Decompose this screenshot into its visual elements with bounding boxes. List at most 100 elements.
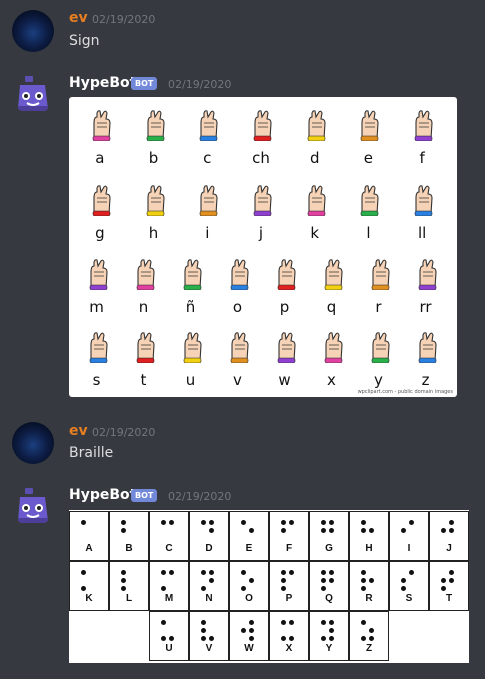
braille-dot-pattern <box>401 570 417 594</box>
asl-grid: a b c ch d e f g h i j k l ll m n ñ o p q r rr s t u v w x y z <box>69 97 457 397</box>
braille-letter-label: F <box>285 543 293 554</box>
asl-sign-z: z <box>406 327 446 397</box>
asl-letter-label: i <box>205 224 210 242</box>
braille-dot-pattern <box>241 520 257 544</box>
braille-dot <box>241 628 246 633</box>
hand-sign-icon <box>199 185 218 216</box>
timestamp: 02/19/2020 <box>92 426 156 439</box>
asl-letter-label: z <box>421 371 430 389</box>
braille-dot <box>209 528 214 533</box>
braille-dot-pattern <box>321 570 337 594</box>
asl-sign-r: r <box>359 254 399 324</box>
braille-dot <box>441 586 446 591</box>
braille-cell-p: P <box>269 561 309 611</box>
braille-dot <box>121 578 126 583</box>
user-avatar[interactable] <box>12 10 54 52</box>
asl-sign-k: k <box>295 180 335 250</box>
author-name[interactable]: ev <box>69 423 88 439</box>
hand-sign-icon <box>371 332 390 363</box>
braille-letter-label: R <box>365 593 373 604</box>
braille-dot <box>441 528 446 533</box>
braille-letter-label: J <box>446 543 452 554</box>
braille-letter-label: E <box>245 543 253 554</box>
asl-letter-label: r <box>375 298 382 316</box>
author-name[interactable]: HypeBot <box>69 75 136 91</box>
asl-sign-c: c <box>187 105 227 175</box>
hand-sign-icon <box>324 259 343 290</box>
hand-sign-icon <box>277 332 296 363</box>
message-text: Sign <box>69 33 100 49</box>
braille-cell-d: D <box>189 511 229 561</box>
braille-dot <box>401 578 406 583</box>
asl-letter-label: j <box>258 224 264 242</box>
asl-sign-b: b <box>134 105 174 175</box>
braille-chart-image[interactable]: A B C D E F G H I J K L M N O P Q R S T U V W X Y Z <box>69 510 469 663</box>
user-avatar[interactable] <box>12 422 54 464</box>
hand-sign-icon <box>414 110 433 141</box>
braille-letter-label: I <box>407 543 411 554</box>
bot-badge: BOT <box>131 77 158 90</box>
hand-sign-icon <box>307 110 326 141</box>
braille-dot <box>201 620 206 625</box>
braille-dot <box>121 528 126 533</box>
asl-sign-s: s <box>77 327 117 397</box>
bot-badge: BOT <box>131 489 158 502</box>
hand-sign-icon <box>418 259 437 290</box>
asl-sign-e: e <box>348 105 388 175</box>
braille-cell-h: H <box>349 511 389 561</box>
braille-dot-pattern <box>361 520 377 544</box>
braille-dot <box>409 520 414 525</box>
braille-letter-label: S <box>405 593 413 604</box>
hand-sign-icon <box>418 332 437 363</box>
braille-dot <box>401 528 406 533</box>
braille-dot <box>321 636 326 641</box>
hand-sign-icon <box>199 110 218 141</box>
asl-letter-label: b <box>148 149 159 167</box>
braille-dot <box>81 520 86 525</box>
braille-cell-m: M <box>149 561 189 611</box>
braille-dot <box>249 528 254 533</box>
braille-dot <box>449 520 454 525</box>
asl-chart-image[interactable]: a b c ch d e f g h i j k l ll m n ñ o p q r rr s t u v w x y z wpclip… <box>69 97 457 397</box>
braille-dot <box>81 586 86 591</box>
hand-sign-icon <box>92 110 111 141</box>
author-name[interactable]: HypeBot <box>69 487 136 503</box>
braille-cell-g: G <box>309 511 349 561</box>
braille-dot-pattern <box>201 520 217 544</box>
braille-dot <box>201 570 206 575</box>
braille-letter-label: V <box>205 643 213 654</box>
bot-avatar[interactable] <box>12 485 54 527</box>
hand-sign-icon <box>146 110 165 141</box>
braille-cell-b: B <box>109 511 149 561</box>
braille-dot <box>449 528 454 533</box>
braille-dot-pattern <box>361 570 377 594</box>
braille-dot <box>281 520 286 525</box>
braille-letter-label: U <box>165 643 173 654</box>
braille-dot <box>209 578 214 583</box>
author-name[interactable]: ev <box>69 10 88 26</box>
braille-letter-label: Q <box>325 593 333 604</box>
hand-sign-icon <box>89 259 108 290</box>
braille-dot <box>281 586 286 591</box>
braille-dot-pattern <box>401 520 417 544</box>
braille-dot <box>281 528 286 533</box>
braille-letter-label: L <box>125 593 133 604</box>
braille-dot <box>201 520 206 525</box>
braille-dot <box>329 628 334 633</box>
robot-icon <box>18 488 48 523</box>
asl-sign-f: f <box>402 105 442 175</box>
braille-dot-pattern <box>81 520 97 544</box>
braille-dot <box>161 520 166 525</box>
asl-letter-label: t <box>140 371 147 389</box>
hand-sign-icon <box>253 110 272 141</box>
asl-letter-label: k <box>310 224 320 242</box>
braille-dot <box>209 636 214 641</box>
bot-avatar[interactable] <box>12 73 54 115</box>
braille-letter-label: D <box>205 543 213 554</box>
hand-sign-icon <box>146 185 165 216</box>
braille-letter-label: A <box>85 543 93 554</box>
braille-cell-t: T <box>429 561 469 611</box>
braille-dot <box>169 570 174 575</box>
braille-dot <box>369 628 374 633</box>
braille-letter-label: K <box>85 593 93 604</box>
